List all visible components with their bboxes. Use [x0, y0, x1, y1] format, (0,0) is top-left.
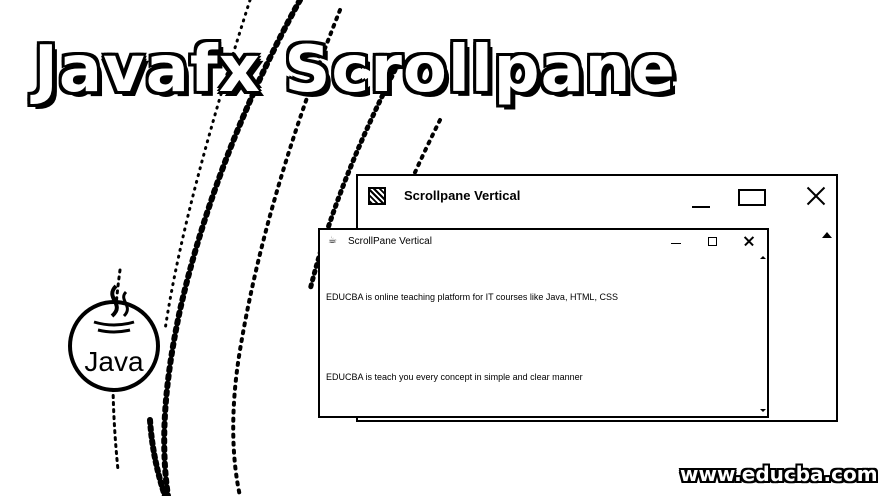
close-button[interactable]	[743, 235, 755, 247]
scroll-pane[interactable]: EDUCBA is online teaching platform for I…	[320, 254, 767, 416]
back-window-title: Scrollpane Vertical	[404, 188, 521, 203]
close-button[interactable]	[804, 184, 828, 208]
content-text: EDUCBA is online teaching platform for I…	[326, 292, 618, 302]
app-grid-icon	[368, 187, 386, 205]
page-title: Javafx Scrollpane	[34, 33, 676, 107]
back-window-titlebar[interactable]: Scrollpane Vertical	[358, 176, 836, 216]
vertical-scrollbar[interactable]	[759, 254, 767, 416]
minimize-button[interactable]	[692, 194, 710, 208]
content-text: EDUCBA is teach you every concept in sim…	[326, 372, 583, 382]
scroll-up-arrow-icon[interactable]	[822, 232, 832, 238]
scroll-down-arrow-icon[interactable]	[760, 409, 766, 412]
front-window-titlebar[interactable]: ☕ ScrollPane Vertical	[320, 230, 767, 254]
scroll-up-arrow-icon[interactable]	[760, 256, 766, 259]
minimize-button[interactable]	[671, 236, 681, 244]
java-cup-icon: ☕	[328, 235, 337, 246]
watermark: www.educba.com	[680, 462, 878, 486]
maximize-button[interactable]	[708, 237, 717, 246]
maximize-button[interactable]	[738, 189, 766, 206]
java-logo-icon: Java	[64, 276, 168, 398]
front-window: ☕ ScrollPane Vertical EDUCBA is online t…	[318, 228, 769, 418]
java-logo-text: Java	[84, 346, 144, 377]
front-window-title: ScrollPane Vertical	[348, 236, 432, 247]
